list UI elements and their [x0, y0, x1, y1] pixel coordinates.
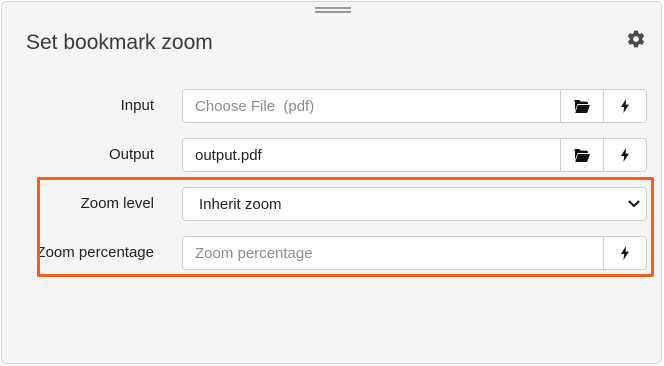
folder-open-icon	[574, 99, 590, 113]
gear-icon[interactable]	[626, 29, 646, 49]
output-action-button[interactable]	[603, 139, 646, 171]
input-browse-button[interactable]	[560, 90, 603, 122]
bolt-icon	[621, 99, 629, 113]
zoom-level-select[interactable]: Inherit zoom	[183, 188, 646, 220]
zoom-level-select-wrapper: Inherit zoom	[182, 187, 647, 221]
zoom-level-label: Zoom level	[80, 195, 154, 212]
input-file-field[interactable]	[183, 90, 560, 122]
zoom-percentage-field-group	[182, 236, 647, 270]
output-file-field[interactable]	[183, 139, 560, 171]
zoom-percentage-action-button[interactable]	[603, 237, 646, 269]
output-label: Output	[108, 146, 154, 163]
bolt-icon	[621, 246, 629, 260]
output-field-group	[182, 138, 647, 172]
input-field-group	[182, 89, 647, 123]
input-label: Input	[120, 97, 154, 114]
zoom-percentage-label: Zoom percentage	[36, 244, 154, 261]
drag-handle[interactable]	[315, 7, 351, 13]
zoom-percentage-field[interactable]	[183, 237, 603, 269]
chevron-down-icon[interactable]	[628, 199, 640, 209]
folder-open-icon	[574, 148, 590, 162]
input-action-button[interactable]	[603, 90, 646, 122]
output-browse-button[interactable]	[560, 139, 603, 171]
page-title: Set bookmark zoom	[26, 31, 213, 54]
dialog-panel: Set bookmark zoom Input Output	[1, 1, 662, 364]
bolt-icon	[621, 148, 629, 162]
